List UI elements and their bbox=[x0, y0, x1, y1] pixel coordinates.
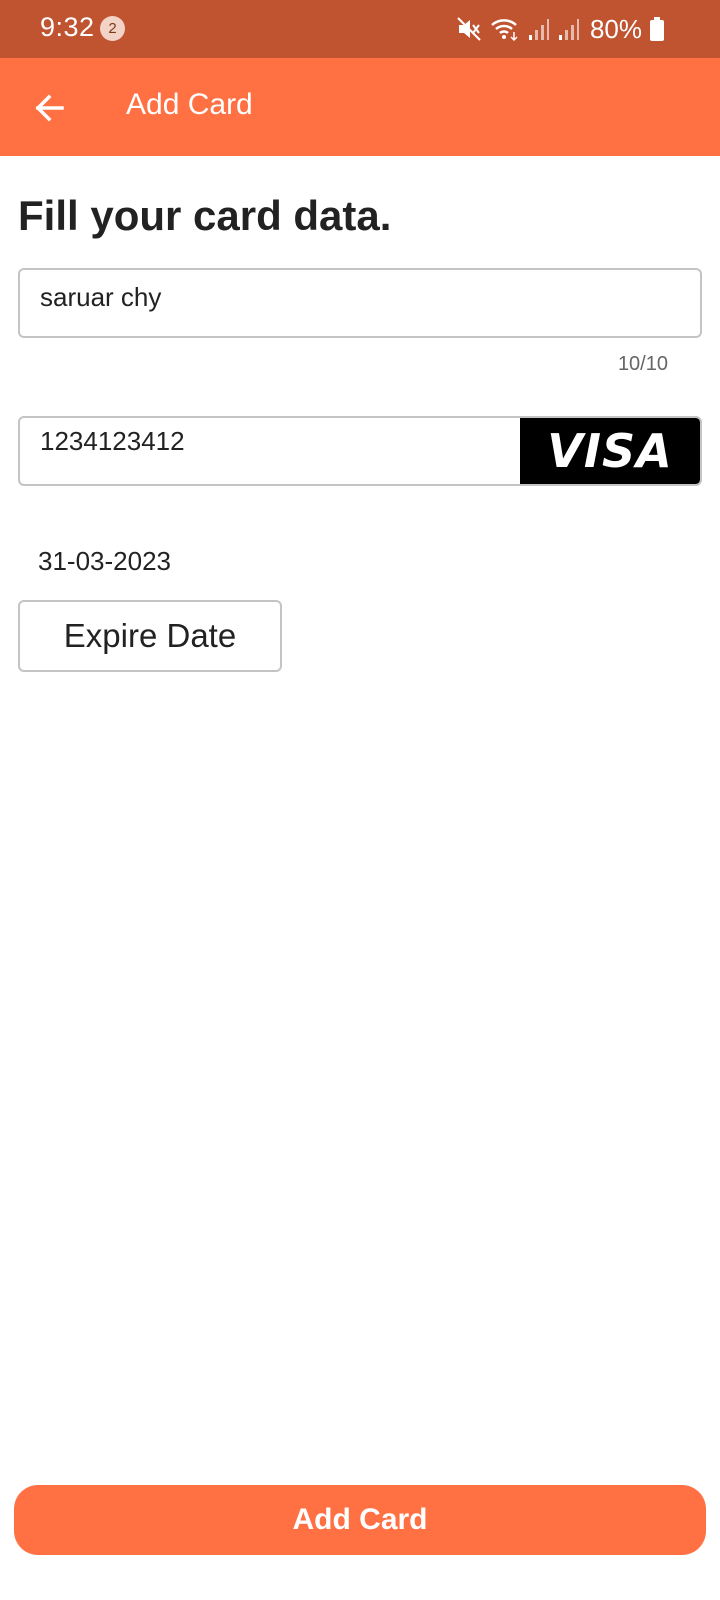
cardholder-name-field[interactable]: saruar chy bbox=[18, 268, 702, 338]
status-bar: 9:32 2 80% bbox=[0, 0, 720, 58]
signal-icon bbox=[528, 17, 550, 41]
character-counter: 10/10 bbox=[617, 353, 668, 375]
arrow-left-icon bbox=[30, 94, 70, 132]
battery-percentage: 80% bbox=[589, 13, 642, 44]
visa-logo-icon: VISA bbox=[520, 418, 700, 484]
card-number-field[interactable]: 1234123412 VISA bbox=[18, 416, 702, 486]
cardholder-name-value: saruar chy bbox=[40, 282, 162, 312]
notification-badge: 2 bbox=[100, 16, 125, 41]
card-number-value: 1234123412 bbox=[40, 426, 185, 456]
form-heading: Fill your card data. bbox=[18, 192, 392, 239]
battery-icon bbox=[650, 17, 664, 41]
expire-date-button[interactable]: Expire Date bbox=[18, 600, 282, 672]
status-time: 9:32 bbox=[40, 12, 95, 42]
status-icons: 80% bbox=[456, 13, 664, 45]
back-button[interactable] bbox=[30, 88, 70, 128]
add-card-button[interactable]: Add Card bbox=[14, 1485, 706, 1555]
page-title: Add Card bbox=[126, 88, 253, 121]
wifi-icon bbox=[490, 16, 520, 42]
expire-date-value: 31-03-2023 bbox=[38, 546, 171, 576]
signal-icon bbox=[558, 17, 580, 41]
mute-icon bbox=[456, 16, 482, 42]
app-bar: Add Card bbox=[0, 58, 720, 156]
